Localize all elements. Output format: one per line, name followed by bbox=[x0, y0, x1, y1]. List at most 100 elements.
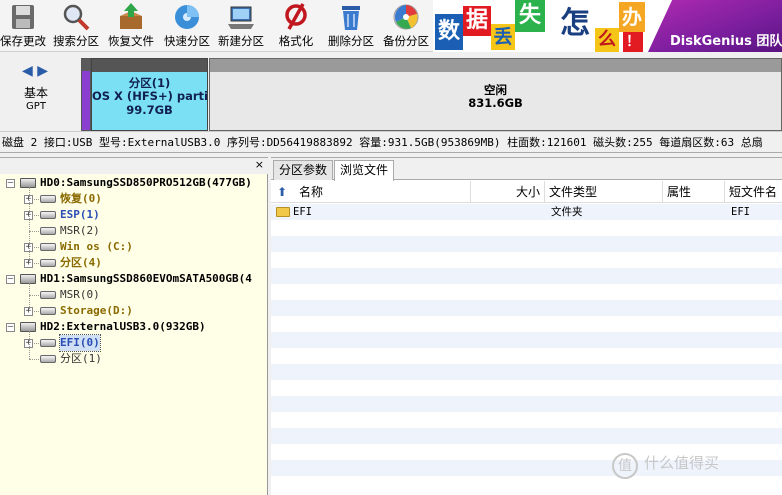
tree-partition-node[interactable]: MSR(0) bbox=[0, 287, 268, 303]
col-attr[interactable]: 属性 bbox=[663, 181, 725, 203]
new-partition-label: 新建分区 bbox=[218, 34, 264, 48]
disk-icon bbox=[20, 322, 36, 332]
partition-style: GPT bbox=[26, 101, 46, 112]
tree-partition-node[interactable]: + 恢复(0) bbox=[0, 191, 268, 207]
table-row-background bbox=[271, 412, 782, 428]
search-partition-label: 搜索分区 bbox=[53, 34, 99, 48]
tree-node-label: 恢复(0) bbox=[60, 192, 102, 205]
save-changes-label: 保存更改 bbox=[0, 34, 46, 48]
watermark-text: 什么值得买 bbox=[644, 454, 720, 472]
watermark-logo: 值 bbox=[612, 453, 638, 479]
tab-bar: 分区参数 浏览文件 bbox=[271, 158, 782, 181]
table-row-background bbox=[271, 284, 782, 300]
col-name[interactable]: ⬆ 名称 bbox=[271, 181, 471, 203]
search-partition-button[interactable]: 搜索分区 bbox=[51, 0, 101, 52]
table-row-background bbox=[271, 236, 782, 252]
tree-connector bbox=[29, 283, 30, 311]
delete-partition-label: 删除分区 bbox=[328, 34, 374, 48]
tree-disk-node[interactable]: – HD1:SamsungSSD860EVOmSATA500GB(4 bbox=[0, 271, 268, 287]
detail-panel: 分区参数 浏览文件 ⬆ 名称 大小 文件类型 属性 短文件名 EFI 文件夹 E… bbox=[271, 157, 782, 495]
tree-partition-node[interactable]: + ESP(1) bbox=[0, 207, 268, 223]
col-size[interactable]: 大小 bbox=[471, 181, 545, 203]
banner-char: 办 bbox=[619, 2, 645, 32]
format-label: 格式化 bbox=[278, 34, 314, 48]
file-type: 文件夹 bbox=[551, 206, 583, 218]
quick-partition-icon bbox=[175, 5, 199, 29]
folder-icon bbox=[276, 207, 290, 217]
partition-icon bbox=[40, 259, 56, 267]
table-row-background bbox=[271, 300, 782, 316]
partition-icon bbox=[40, 339, 56, 347]
tree-connector bbox=[29, 231, 39, 232]
banner-char: 失 bbox=[515, 0, 545, 32]
tree-partition-node[interactable]: + EFI(0) bbox=[0, 334, 268, 352]
col-type[interactable]: 文件类型 bbox=[545, 181, 663, 203]
tree-node-label: Storage(D:) bbox=[60, 304, 133, 317]
table-row-background bbox=[271, 380, 782, 396]
tree-node-label: Win os (C:) bbox=[60, 240, 133, 253]
collapse-icon[interactable]: – bbox=[6, 323, 15, 332]
quick-partition-button[interactable]: 快速分区 bbox=[161, 0, 213, 52]
table-row[interactable]: EFI 文件夹 EFI bbox=[271, 204, 782, 220]
table-row-background bbox=[271, 252, 782, 268]
table-row-background bbox=[271, 220, 782, 236]
partition1-block[interactable]: 分区(1) OS X (HFS+) parti 99.7GB bbox=[91, 58, 208, 131]
save-changes-button[interactable]: 保存更改 bbox=[0, 0, 46, 52]
partition-icon bbox=[40, 243, 56, 251]
tree-partition-node[interactable]: + Storage(D:) bbox=[0, 303, 268, 319]
tree-connector bbox=[29, 295, 39, 296]
banner-char: 丢 bbox=[491, 24, 515, 50]
tree-node-label: EFI(0) bbox=[59, 334, 101, 352]
banner-char: 据 bbox=[463, 6, 491, 36]
tree-partition-node[interactable]: 分区(1) bbox=[0, 351, 268, 367]
format-icon bbox=[285, 3, 307, 30]
tree-connector bbox=[29, 331, 30, 359]
tab-browse-files[interactable]: 浏览文件 bbox=[334, 160, 395, 181]
tree-node-label: MSR(0) bbox=[60, 288, 100, 301]
table-row-background bbox=[271, 428, 782, 444]
collapse-icon[interactable]: – bbox=[6, 275, 15, 284]
partition-icon bbox=[40, 227, 56, 235]
esp-partition-block[interactable] bbox=[81, 58, 91, 131]
close-icon[interactable]: × bbox=[255, 158, 264, 172]
backup-partition-button[interactable]: 备份分区 bbox=[380, 0, 432, 52]
format-button[interactable]: 格式化 bbox=[271, 0, 321, 52]
disk-icon bbox=[20, 274, 36, 284]
table-row-background bbox=[271, 396, 782, 412]
search-partition-icon bbox=[63, 4, 90, 31]
partition-icon bbox=[40, 211, 56, 219]
tree-partition-node[interactable]: MSR(2) bbox=[0, 223, 268, 239]
partition-icon bbox=[40, 195, 56, 203]
new-partition-button[interactable]: 新建分区 bbox=[215, 0, 267, 52]
next-disk-icon[interactable]: ▶ bbox=[37, 63, 48, 79]
tree-disk-node[interactable]: – HD0:SamsungSSD850PRO512GB(477GB) bbox=[0, 175, 268, 191]
tree-node-label: 分区(4) bbox=[60, 256, 102, 269]
free-space-block[interactable]: 空闲 831.6GB bbox=[209, 58, 782, 131]
table-row-background bbox=[271, 268, 782, 284]
delete-partition-icon bbox=[342, 6, 360, 30]
col-short-name[interactable]: 短文件名 bbox=[725, 181, 782, 203]
backup-partition-label: 备份分区 bbox=[383, 34, 429, 48]
up-folder-icon[interactable]: ⬆ bbox=[277, 181, 287, 203]
tree-disk-node[interactable]: – HD2:ExternalUSB3.0(932GB) bbox=[0, 319, 268, 335]
banner-char: 么 bbox=[595, 28, 619, 52]
recover-files-button[interactable]: 恢复文件 bbox=[105, 0, 157, 52]
disk-icon bbox=[20, 178, 36, 188]
free-size: 831.6GB bbox=[468, 96, 523, 110]
table-row-background bbox=[271, 316, 782, 332]
disk-nav-arrows[interactable]: ◀ ▶ bbox=[22, 63, 48, 79]
quick-partition-label: 快速分区 bbox=[164, 34, 210, 48]
partition-icon bbox=[40, 307, 56, 315]
tab-partition-params[interactable]: 分区参数 bbox=[273, 160, 334, 180]
delete-partition-button[interactable]: 删除分区 bbox=[325, 0, 377, 52]
tree-panel-header: × bbox=[0, 158, 268, 174]
prev-disk-icon[interactable]: ◀ bbox=[22, 63, 33, 79]
collapse-icon[interactable]: – bbox=[6, 179, 15, 188]
tree-node-label: 分区(1) bbox=[60, 352, 102, 365]
partition1-fs: OS X (HFS+) parti bbox=[92, 89, 208, 103]
disk-type-label: 基本 GPT bbox=[10, 87, 62, 113]
tree-partition-node[interactable]: + Win os (C:) bbox=[0, 239, 268, 255]
tree-partition-node[interactable]: + 分区(4) bbox=[0, 255, 268, 271]
new-partition-icon bbox=[228, 6, 254, 29]
tree-node-label: HD1:SamsungSSD860EVOmSATA500GB(4 bbox=[40, 272, 252, 285]
